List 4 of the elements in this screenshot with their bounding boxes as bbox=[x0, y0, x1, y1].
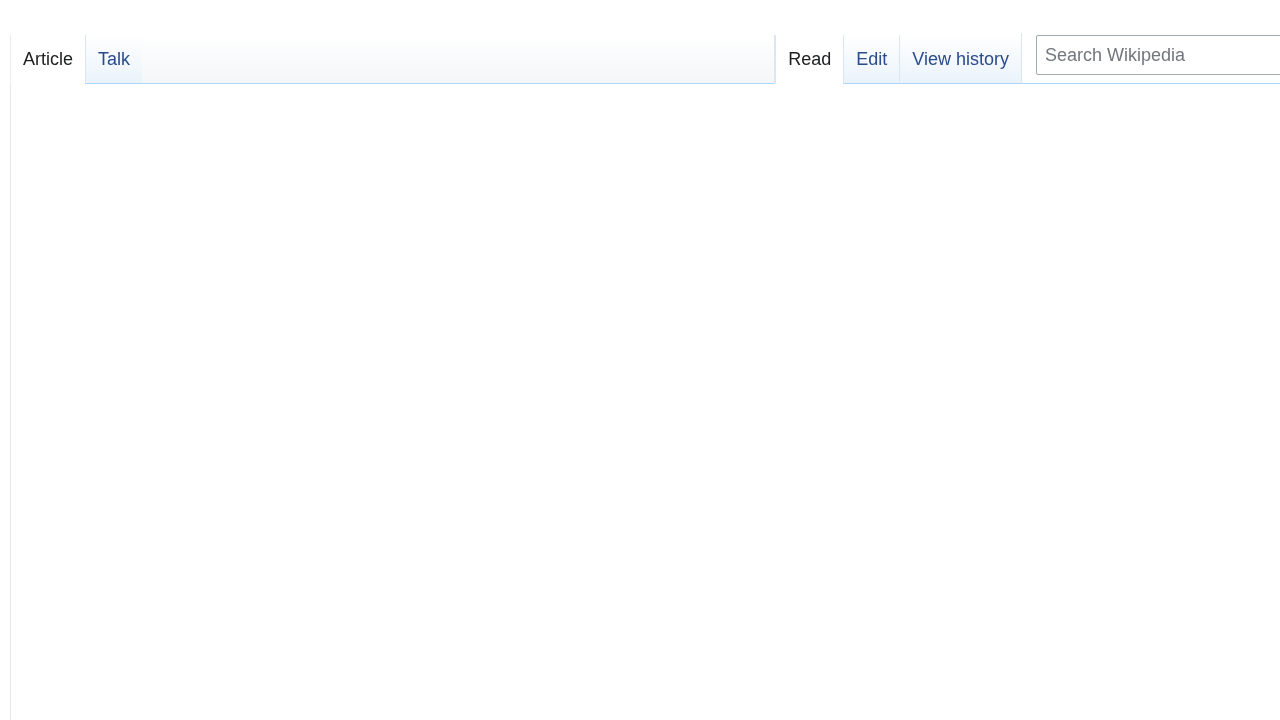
view-tab[interactable]: Edit bbox=[843, 35, 900, 84]
view-tab[interactable]: View history bbox=[899, 35, 1021, 84]
namespace-tab[interactable]: Talk bbox=[85, 35, 143, 84]
search-field[interactable]: Search Wikipedia bbox=[1036, 35, 1280, 75]
